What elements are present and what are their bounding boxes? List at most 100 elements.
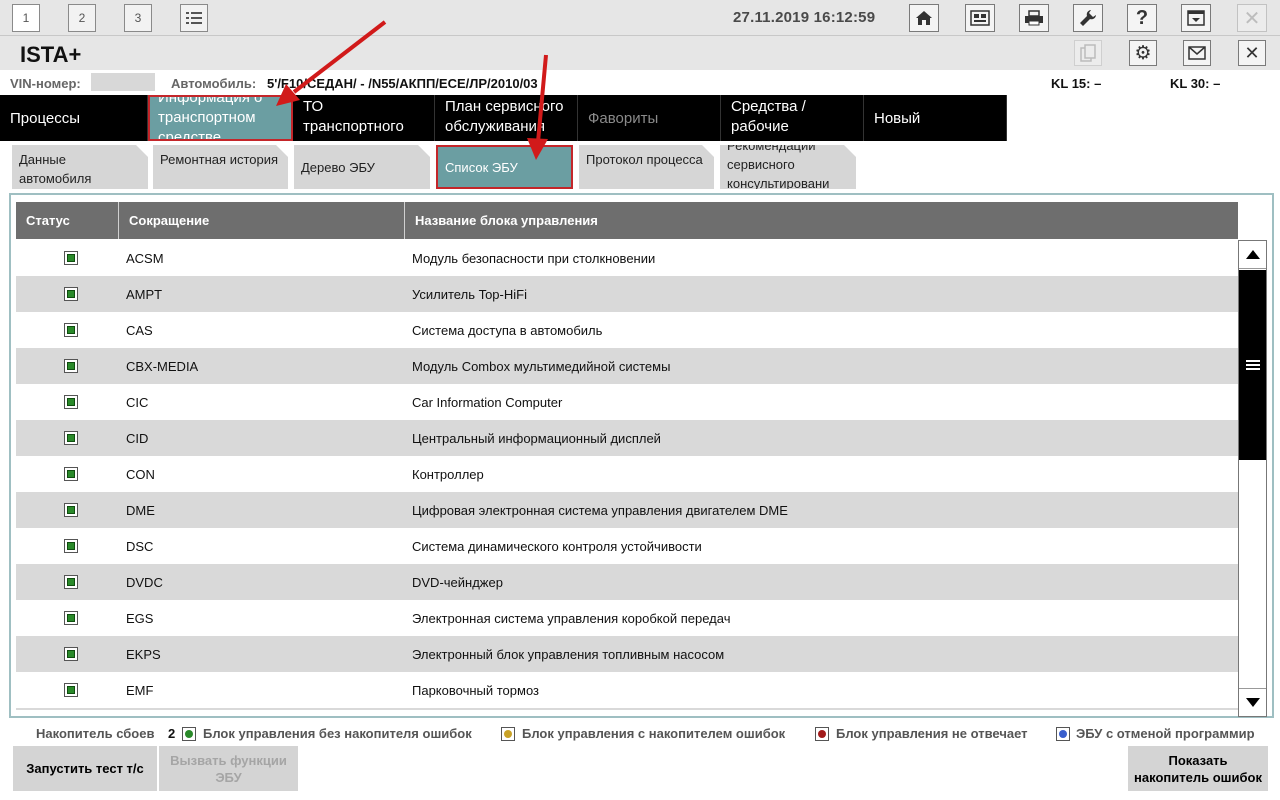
status-ok-dot — [67, 614, 75, 622]
status-ok-icon — [64, 575, 78, 589]
settings-gear-icon[interactable]: ⚙ — [1129, 40, 1157, 66]
status-ok-icon — [64, 431, 78, 445]
mail-icon[interactable] — [1183, 40, 1211, 66]
table-row[interactable]: CID Центральный информационный дисплей — [16, 420, 1238, 456]
tab-repair-history[interactable]: Ремонтная история — [153, 145, 288, 189]
vehicle-info-bar: VIN-номер: Автомобиль: 5'/F10/СЕДАН/ - /… — [0, 70, 1280, 95]
close-session-icon[interactable]: ✕ — [1238, 40, 1266, 66]
nav-new[interactable]: Новый — [864, 95, 1007, 141]
table-row[interactable]: CIC Car Information Computer — [16, 384, 1238, 420]
status-ok-dot — [67, 470, 75, 478]
tab-process-log[interactable]: Протокол процесса — [579, 145, 714, 189]
status-ok-icon — [64, 503, 78, 517]
status-ok-dot — [67, 506, 75, 514]
scroll-thumb[interactable] — [1239, 270, 1266, 460]
vehicle-value: 5'/F10/СЕДАН/ - /N55/АКПП/ЕСЕ/ЛР/2010/03 — [267, 76, 538, 91]
tab-ecu-list[interactable]: Список ЭБУ — [436, 145, 573, 189]
column-abbreviation[interactable]: Сокращение — [119, 202, 405, 239]
show-fault-memory-button[interactable]: Показать накопитель ошибок — [1128, 746, 1268, 791]
status-ok-icon — [182, 727, 196, 741]
table-row[interactable]: EKPS Электронный блок управления топливны… — [16, 636, 1238, 672]
ecu-name: Электронная система управления коробкой … — [412, 611, 731, 626]
table-body: ACSM Модуль безопасности при столкновении… — [16, 240, 1238, 710]
close-app-icon[interactable]: ✕ — [1237, 4, 1267, 32]
scroll-up-icon[interactable] — [1239, 241, 1266, 269]
tab-vehicle-data[interactable]: Данные автомобиля — [12, 145, 148, 189]
top-toolbar: 1 2 3 27.11.2019 16:12:59 ? ✕ — [0, 0, 1280, 36]
status-fault-dot — [504, 730, 512, 738]
table-row[interactable] — [16, 708, 1238, 710]
session-tab-1[interactable]: 1 — [12, 4, 40, 32]
status-ok-icon — [64, 251, 78, 265]
table-row[interactable]: ACSM Модуль безопасности при столкновении — [16, 240, 1238, 276]
status-ok-dot — [67, 686, 75, 694]
help-icon[interactable]: ? — [1127, 4, 1157, 32]
printer-icon[interactable] — [1019, 4, 1049, 32]
session-tab-2[interactable]: 2 — [68, 4, 96, 32]
datetime: 27.11.2019 16:12:59 — [733, 9, 876, 26]
status-no-response-dot — [818, 730, 826, 738]
nav-vehicle-information[interactable]: Информация о транспортном средстве — [148, 95, 293, 141]
ecu-name: DVD-чейнджер — [412, 575, 503, 590]
status-ok-dot — [67, 326, 75, 334]
tab-ecu-tree[interactable]: Дерево ЭБУ — [294, 145, 430, 189]
ecu-name: Парковочный тормоз — [412, 683, 539, 698]
status-ok-icon — [64, 323, 78, 337]
table-row[interactable]: CON Контроллер — [16, 456, 1238, 492]
ecu-name: Центральный информационный дисплей — [412, 431, 661, 446]
ecu-name: Система динамического контроля устойчиво… — [412, 539, 702, 554]
ecu-name: Car Information Computer — [412, 395, 563, 410]
kl15-status: KL 15: – — [1051, 76, 1102, 91]
table-row[interactable]: CBX-MEDIA Модуль Combox мультимедийной си… — [16, 348, 1238, 384]
nav-service-plan[interactable]: План сервисного обслуживания — [435, 95, 578, 141]
table-row[interactable]: DME Цифровая электронная система управлен… — [16, 492, 1238, 528]
vehicle-data-icon[interactable] — [965, 4, 995, 32]
run-vehicle-test-button[interactable]: Запустить тест т/с — [13, 746, 157, 791]
status-ok-icon — [64, 395, 78, 409]
status-ok-icon — [64, 467, 78, 481]
ecu-abbreviation: ACSM — [126, 251, 164, 266]
tab-service-recommendations[interactable]: Рекомендации сервисного консультировани — [720, 145, 856, 189]
nav-processes[interactable]: Процессы — [0, 95, 148, 141]
nav-favorites[interactable]: Фавориты — [578, 95, 721, 141]
status-cancelled-icon — [1056, 727, 1070, 741]
table-row[interactable]: AMPT Усилитель Top-HiFi — [16, 276, 1238, 312]
wrench-icon[interactable] — [1073, 4, 1103, 32]
minimize-window-icon[interactable] — [1181, 4, 1211, 32]
status-ok-dot — [67, 434, 75, 442]
table-row[interactable]: DVDC DVD-чейнджер — [16, 564, 1238, 600]
ecu-abbreviation: CIC — [126, 395, 149, 410]
home-icon[interactable] — [909, 4, 939, 32]
ecu-abbreviation: EGS — [126, 611, 154, 626]
nav-fluids[interactable]: Средства / рабочие жидкости — [721, 95, 864, 141]
table-row[interactable]: EGS Электронная система управления коробк… — [16, 600, 1238, 636]
ecu-abbreviation: DME — [126, 503, 155, 518]
copy-documents-icon[interactable] — [1074, 40, 1102, 66]
ecu-name: Цифровая электронная система управления … — [412, 503, 788, 518]
nav-vehicle-maintenance[interactable]: ТО транспортного средства — [293, 95, 435, 141]
call-ecu-functions-button[interactable]: Вызвать функции ЭБУ — [159, 746, 298, 791]
legend-ok-label: Блок управления без накопителя ошибок — [203, 726, 472, 741]
session-tab-3[interactable]: 3 — [124, 4, 152, 32]
table-row[interactable]: EMF Парковочный тормоз — [16, 672, 1238, 708]
ecu-name: Система доступа в автомобиль — [412, 323, 603, 338]
ecu-abbreviation: CID — [126, 431, 149, 446]
table-scrollbar[interactable] — [1238, 240, 1267, 717]
status-ok-icon — [64, 647, 78, 661]
scroll-down-icon[interactable] — [1239, 688, 1266, 716]
column-ecu-name[interactable]: Название блока управления — [405, 202, 1238, 239]
status-ok-dot — [67, 542, 75, 550]
status-legend: Накопитель сбоев 2 Блок управления без н… — [0, 722, 1280, 744]
status-ok-icon — [64, 611, 78, 625]
list-icon[interactable] — [180, 4, 208, 32]
status-ok-dot — [67, 578, 75, 586]
status-ok-dot — [67, 650, 75, 658]
status-ok-icon — [64, 539, 78, 553]
ecu-name: Модуль безопасности при столкновении — [412, 251, 656, 266]
ecu-name: Модуль Combox мультимедийной системы — [412, 359, 671, 374]
table-row[interactable]: DSC Система динамического контроля устойч… — [16, 528, 1238, 564]
legend-cancelled-label: ЭБУ с отменой программир — [1076, 726, 1255, 741]
ecu-abbreviation: DSC — [126, 539, 154, 554]
table-row[interactable]: CAS Система доступа в автомобиль — [16, 312, 1238, 348]
column-status[interactable]: Статус — [16, 202, 119, 239]
